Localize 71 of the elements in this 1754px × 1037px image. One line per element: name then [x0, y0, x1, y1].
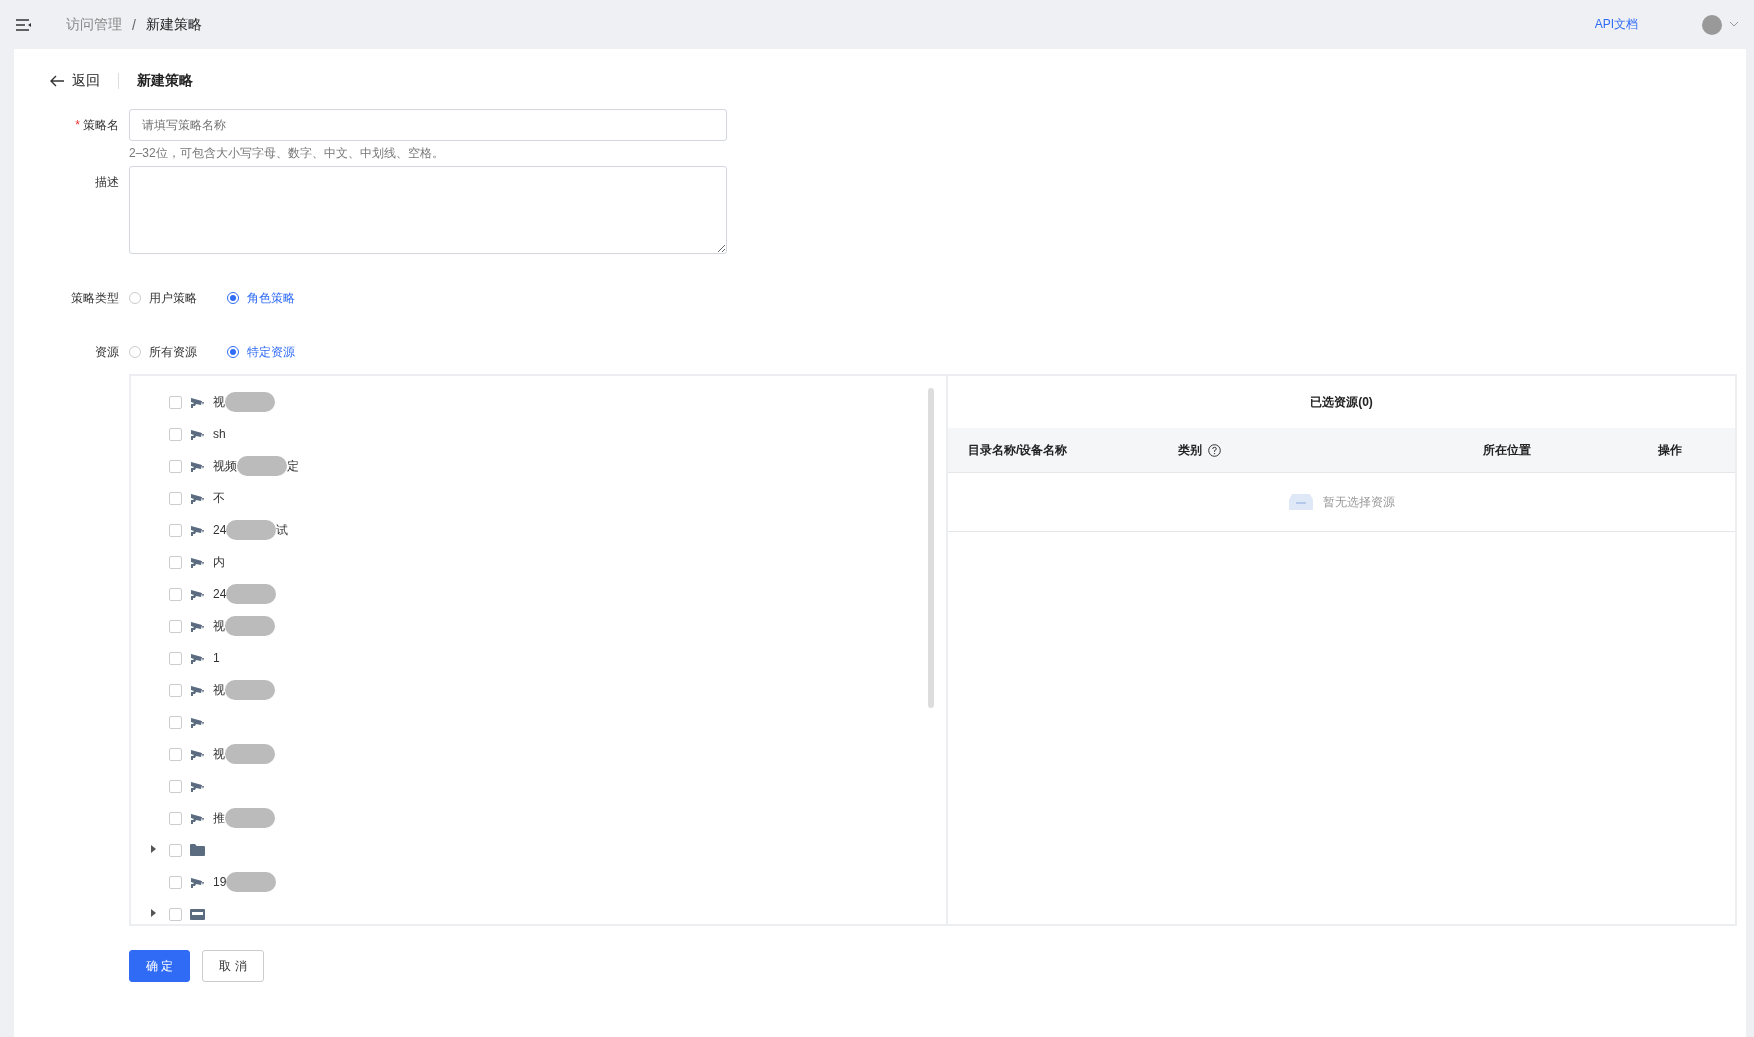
checkbox[interactable] — [169, 587, 182, 601]
checkbox[interactable] — [169, 843, 182, 857]
confirm-button[interactable]: 确 定 — [129, 950, 191, 982]
back-button[interactable]: 返回 — [50, 72, 100, 90]
tree-node-label[interactable]: 1 — [213, 651, 220, 665]
empty-message: 暂无选择资源 — [1322, 493, 1395, 511]
camera-icon — [190, 779, 205, 793]
name-input[interactable]: 请填写策略名称 — [129, 109, 727, 141]
checkbox[interactable] — [169, 779, 182, 793]
tree-node-label[interactable]: sh — [213, 427, 226, 441]
camera-icon — [190, 683, 205, 697]
checkbox[interactable] — [169, 459, 182, 473]
column-header: 目录名称/设备名称 — [968, 441, 1068, 459]
page-title: 新建策略 — [137, 72, 193, 90]
menu-icon[interactable] — [16, 18, 32, 31]
camera-icon — [190, 875, 205, 889]
checkbox[interactable] — [169, 811, 182, 825]
breadcrumb-item: 新建策略 — [145, 15, 202, 34]
tree-node-label[interactable]: 内 — [213, 553, 225, 571]
camera-icon — [190, 619, 205, 633]
hint-text: 2–32位，可包含大小写字母、数字、中文、中划线、空格。 — [129, 145, 445, 162]
api-docs-link[interactable]: API文档 — [1594, 16, 1638, 33]
checkbox[interactable] — [169, 907, 182, 921]
checkbox[interactable] — [169, 651, 182, 665]
field-label: 资源 — [94, 344, 119, 361]
field-label: 描述 — [94, 174, 119, 191]
expand-arrow-icon[interactable] — [151, 845, 156, 853]
radio-option[interactable]: 角色策略 — [227, 289, 295, 307]
recorder-icon — [190, 908, 205, 920]
camera-icon — [190, 395, 205, 409]
radio-option[interactable]: 所有资源 — [129, 343, 197, 361]
checkbox[interactable] — [169, 683, 182, 697]
checkbox[interactable] — [169, 555, 182, 569]
cancel-button[interactable]: 取 消 — [202, 950, 264, 982]
camera-icon — [190, 427, 205, 441]
column-header: 类别 — [1178, 441, 1202, 459]
field-label: * 策略名 — [74, 117, 119, 134]
caret-icon[interactable] — [1730, 22, 1738, 27]
scrollbar[interactable] — [928, 388, 934, 708]
camera-icon — [190, 651, 205, 665]
panel-title: 已选资源(0) — [1309, 393, 1374, 411]
help-icon[interactable] — [1208, 443, 1221, 457]
folder-icon — [190, 844, 205, 856]
description-textarea[interactable] — [129, 166, 727, 254]
checkbox[interactable] — [169, 715, 182, 729]
camera-icon — [190, 587, 205, 601]
checkbox[interactable] — [169, 523, 182, 537]
checkbox[interactable] — [169, 875, 182, 889]
camera-icon — [190, 555, 205, 569]
camera-icon — [190, 747, 205, 761]
expand-arrow-icon[interactable] — [151, 909, 156, 917]
radio-option[interactable]: 用户策略 — [129, 289, 197, 307]
breadcrumb-separator: / — [132, 16, 136, 33]
camera-icon — [190, 523, 205, 537]
checkbox[interactable] — [169, 491, 182, 505]
checkbox[interactable] — [169, 427, 182, 441]
tree-node-label[interactable]: 不 — [213, 489, 225, 507]
avatar[interactable] — [1702, 14, 1722, 35]
field-label: 策略类型 — [70, 290, 119, 307]
camera-icon — [190, 811, 205, 825]
radio-option[interactable]: 特定资源 — [227, 343, 295, 361]
checkbox[interactable] — [169, 395, 182, 409]
column-header: 所在位置 — [1482, 441, 1531, 459]
camera-icon — [190, 459, 205, 473]
camera-icon — [190, 491, 205, 505]
column-header: 操作 — [1658, 441, 1682, 459]
checkbox[interactable] — [169, 619, 182, 633]
camera-icon — [190, 715, 205, 729]
arrow-left-icon — [50, 75, 64, 87]
empty-box-icon — [1288, 494, 1313, 510]
checkbox[interactable] — [169, 747, 182, 761]
